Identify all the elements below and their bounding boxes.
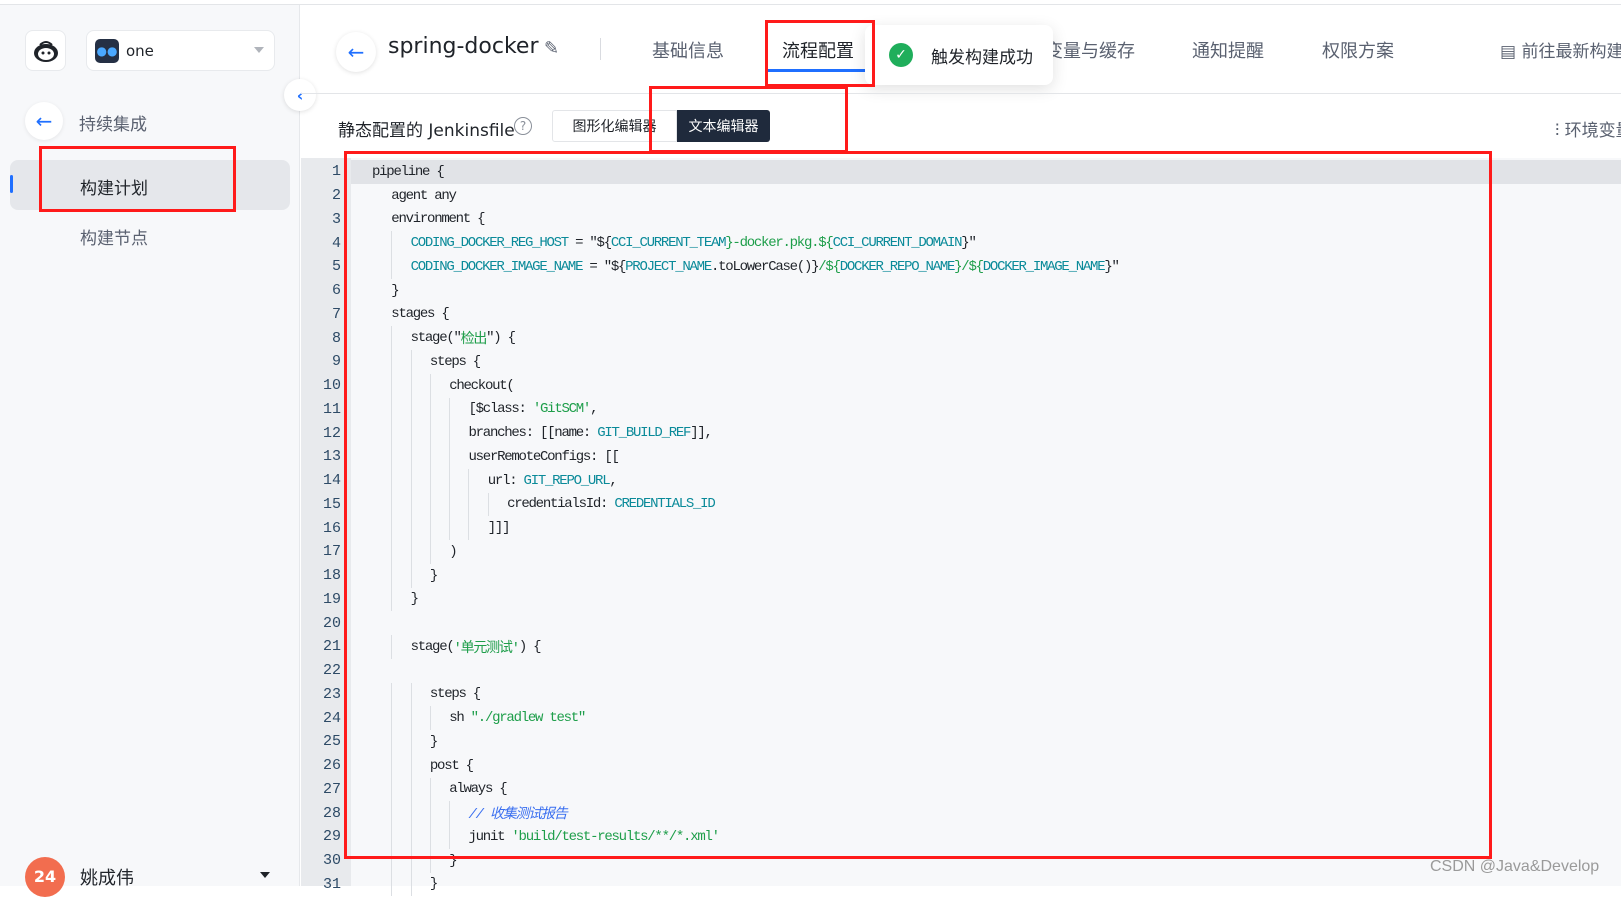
line-number: 4: [331, 234, 341, 252]
back-button[interactable]: ←: [336, 32, 376, 72]
avatar[interactable]: 24: [25, 857, 65, 897]
help-icon[interactable]: ?: [514, 117, 532, 135]
divider: [600, 38, 601, 60]
line-number: 3: [331, 210, 341, 228]
line-number: 22: [322, 662, 341, 680]
line-number: 11: [322, 400, 341, 418]
env-vars-button[interactable]: ⫶ 环境变量: [1555, 116, 1621, 141]
toast-message: 触发构建成功: [931, 47, 1033, 68]
annotation-box-sidebar: [39, 146, 236, 212]
user-name[interactable]: 姚成伟: [80, 864, 134, 890]
line-number: 25: [322, 733, 341, 751]
line-number: 23: [322, 685, 341, 703]
annotation-box-tab: [765, 20, 875, 87]
line-number: 14: [322, 472, 341, 490]
project-name: one: [126, 41, 154, 60]
tab-notifications[interactable]: 通知提醒: [1192, 37, 1264, 63]
indent-guide: [391, 872, 410, 897]
back-arrow-icon[interactable]: ←: [25, 102, 63, 140]
line-number: 17: [322, 543, 341, 561]
code-token: }: [429, 876, 438, 893]
collapse-sidebar-button[interactable]: ‹: [284, 79, 316, 111]
line-number: 20: [322, 614, 341, 632]
annotation-box-code: [344, 151, 1492, 859]
goto-latest-label: 前往最新构建: [1521, 42, 1621, 62]
line-number: 13: [322, 448, 341, 466]
document-icon: ▤: [1500, 42, 1522, 62]
project-selector[interactable]: ●● one: [86, 30, 275, 71]
goto-latest-build-link[interactable]: ▤ 前往最新构建: [1500, 37, 1621, 62]
watermark: CSDN @Java&Develop: [1430, 858, 1600, 875]
line-number: 1: [331, 163, 341, 181]
team-icon: ●●: [95, 38, 119, 63]
jenkinsfile-label: 静态配置的 Jenkinsfile: [338, 121, 515, 141]
tab-variables-cache[interactable]: 变量与缓存: [1045, 37, 1135, 63]
code-line: 31}: [301, 872, 1119, 897]
line-number: 15: [322, 495, 341, 513]
line-number: 6: [331, 282, 341, 300]
line-number: 10: [322, 377, 341, 395]
app-logo[interactable]: [25, 30, 66, 71]
tab-permissions[interactable]: 权限方案: [1322, 37, 1394, 63]
line-number: 8: [331, 329, 341, 347]
tab-basic-info[interactable]: 基础信息: [652, 37, 724, 63]
indent-guide: [410, 872, 430, 897]
check-circle-icon: ✓: [889, 43, 913, 67]
monkey-logo-icon: [33, 40, 58, 62]
line-number: 16: [322, 519, 341, 537]
line-number: 12: [322, 424, 341, 442]
line-number: 24: [322, 709, 341, 727]
toast-notification: ✓ 触发构建成功: [865, 25, 1053, 85]
env-vars-label: 环境变量: [1564, 121, 1621, 141]
annotation-box-editor-mode: [649, 86, 848, 153]
active-indicator: [10, 175, 13, 193]
line-number: 2: [331, 187, 341, 205]
line-number: 27: [322, 780, 341, 798]
line-number: 21: [322, 638, 341, 656]
line-number: 26: [322, 757, 341, 775]
line-number: 9: [331, 353, 341, 371]
caret-down-icon: [254, 47, 264, 58]
caret-down-icon[interactable]: [260, 872, 270, 883]
line-number: 18: [322, 567, 341, 585]
line-number: 19: [322, 590, 341, 608]
line-number: 30: [322, 852, 341, 870]
edit-icon[interactable]: ✎: [544, 38, 559, 59]
line-number: 29: [322, 828, 341, 846]
line-number: 5: [331, 258, 341, 276]
page-title: spring-docker: [388, 34, 539, 59]
line-number: 31: [322, 875, 341, 893]
sliders-icon: ⫶: [1555, 121, 1565, 141]
header-divider: [301, 93, 1621, 94]
sidebar-item-build-nodes[interactable]: 构建节点: [80, 224, 148, 249]
line-number: 28: [322, 804, 341, 822]
sidebar-back-label[interactable]: 持续集成: [79, 110, 147, 135]
line-number: 7: [331, 305, 341, 323]
